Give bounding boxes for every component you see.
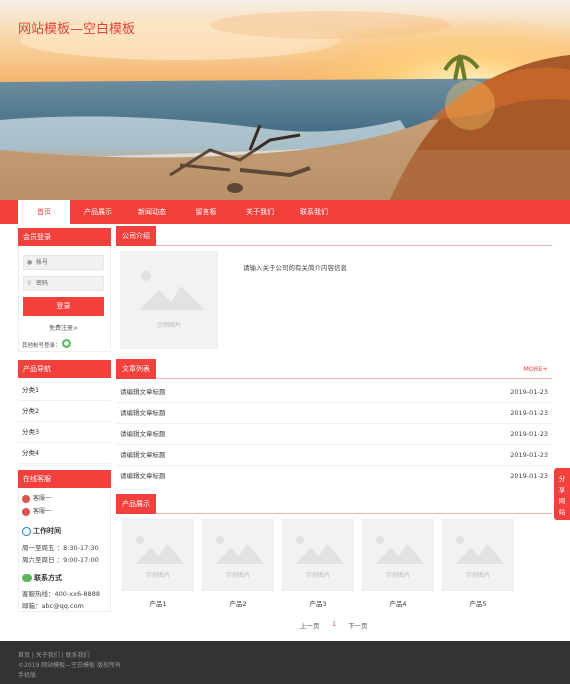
mountain-image-icon [455,536,505,564]
product-name[interactable]: 产品3 [282,598,354,608]
nav-item-guestbook[interactable]: 留言板 [180,200,232,224]
service-agent[interactable]: 客服一 [22,493,51,503]
article-row[interactable]: 请编辑文章标题 2019-01-23 [116,445,552,466]
next-page-link[interactable]: 下一页 [348,620,368,630]
work-hours-title: 工作时间 [22,526,61,536]
category-item[interactable]: 分类2 [18,401,111,422]
footer: 首页 | 关于我们 | 联系我们 ©2019 网站模板—空白模板 版权所有 手机… [0,641,570,684]
member-login-header: 会员登录 [18,228,111,246]
account-field[interactable]: ● 帐号 [23,255,104,270]
image-caption: 示例图片 [225,572,250,579]
wechat-login-icon[interactable]: ● [62,339,71,348]
free-register-link[interactable]: 免费注册> [23,323,104,332]
qq-icon [22,494,30,503]
password-field[interactable]: ⚲ 密码 [23,276,104,291]
login-button[interactable]: 登录 [23,297,104,316]
footer-copyright: ©2019 网站模板—空白模板 版权所有 [18,662,122,669]
nav-item-home[interactable]: 首页 [18,200,70,224]
article-row[interactable]: 请编辑文章标题 2019-01-23 [116,424,552,445]
image-caption: 示例图片 [145,572,170,579]
article-row[interactable]: 请编辑文章标题 2019-01-23 [116,382,552,403]
mountain-image-icon [135,536,185,564]
company-intro-title: 公司介绍 [116,226,156,246]
site-title: 网站模板—空白模板 [18,22,136,37]
product-image-placeholder[interactable]: 示例图片 [202,519,274,591]
product-image-placeholder[interactable]: 示例图片 [122,519,194,591]
mountain-image-icon [139,271,205,310]
category-item[interactable]: 分类1 [18,380,111,401]
user-icon: ● [27,259,33,266]
contact-hotline: 客服热线：400-xx6-8888 [22,590,100,598]
contact-title: 联系方式 [22,573,62,583]
image-caption: 示例图片 [305,572,330,579]
service-agent[interactable]: 客服一 [22,506,51,516]
nav-item-news[interactable]: 新闻动态 [126,200,178,224]
mountain-image-icon [375,536,425,564]
nav-item-products[interactable]: 产品展示 [72,200,124,224]
nav-item-about[interactable]: 关于我们 [234,200,286,224]
product-name[interactable]: 产品1 [122,598,194,608]
contact-email: 邮箱：abc@qq.com [22,602,84,610]
password-placeholder: 密码 [36,280,49,287]
mountain-image-icon [215,536,265,564]
product-image-placeholder[interactable]: 示例图片 [362,519,434,591]
article-list-title: 文章列表 [116,359,156,379]
category-item[interactable]: 分类3 [18,422,111,443]
work-hours-weekend: 周六至周日 ：9:00-17:00 [22,556,99,564]
article-list-header: 文章列表 MORE+ [116,359,552,379]
qq-icon [22,507,30,516]
product-name[interactable]: 产品4 [362,598,434,608]
hero-banner: 网站模板—空白模板 [0,0,570,200]
key-icon: ⚲ [27,280,32,287]
category-item[interactable]: 分类4 [18,443,111,464]
more-link[interactable]: MORE+ [523,359,548,379]
image-caption: 示例图片 [156,322,181,329]
company-intro-text: 请输入关于公司的有关简介内容信息 [243,264,347,272]
main-nav: 首页 产品展示 新闻动态 留言板 关于我们 联系我们 [0,200,570,224]
footer-mobile-link[interactable]: 手机版 [18,670,36,679]
chat-icon [22,574,32,582]
company-image-placeholder: 示例图片 [120,251,218,349]
product-name[interactable]: 产品2 [202,598,274,608]
share-site-button[interactable]: 分 享 网 站 [554,468,570,520]
product-name[interactable]: 产品5 [442,598,514,608]
product-nav-header: 产品导航 [18,360,111,378]
account-placeholder: 帐号 [36,259,49,266]
products-title: 产品展示 [116,494,156,514]
company-intro-header: 公司介绍 [116,226,552,246]
article-row[interactable]: 请编辑文章标题 2019-01-23 [116,466,552,487]
article-row[interactable]: 请编辑文章标题 2019-01-23 [116,403,552,424]
current-page: 1 [332,620,337,628]
image-caption: 示例图片 [385,572,410,579]
prev-page-link[interactable]: 上一页 [300,620,320,630]
online-service-header: 在线客服 [18,470,111,488]
nav-item-contact[interactable]: 联系我们 [288,200,340,224]
clock-icon [22,526,31,536]
footer-links[interactable]: 首页 | 关于我们 | 联系我们 [18,650,90,659]
work-hours-weekday: 周一至周五 ：8:30-17:30 [22,544,99,552]
product-image-placeholder[interactable]: 示例图片 [282,519,354,591]
image-caption: 示例图片 [465,572,490,579]
product-image-placeholder[interactable]: 示例图片 [442,519,514,591]
mountain-image-icon [295,536,345,564]
other-login-label: 其他帐号登录： [22,343,61,349]
products-header: 产品展示 [116,494,552,514]
